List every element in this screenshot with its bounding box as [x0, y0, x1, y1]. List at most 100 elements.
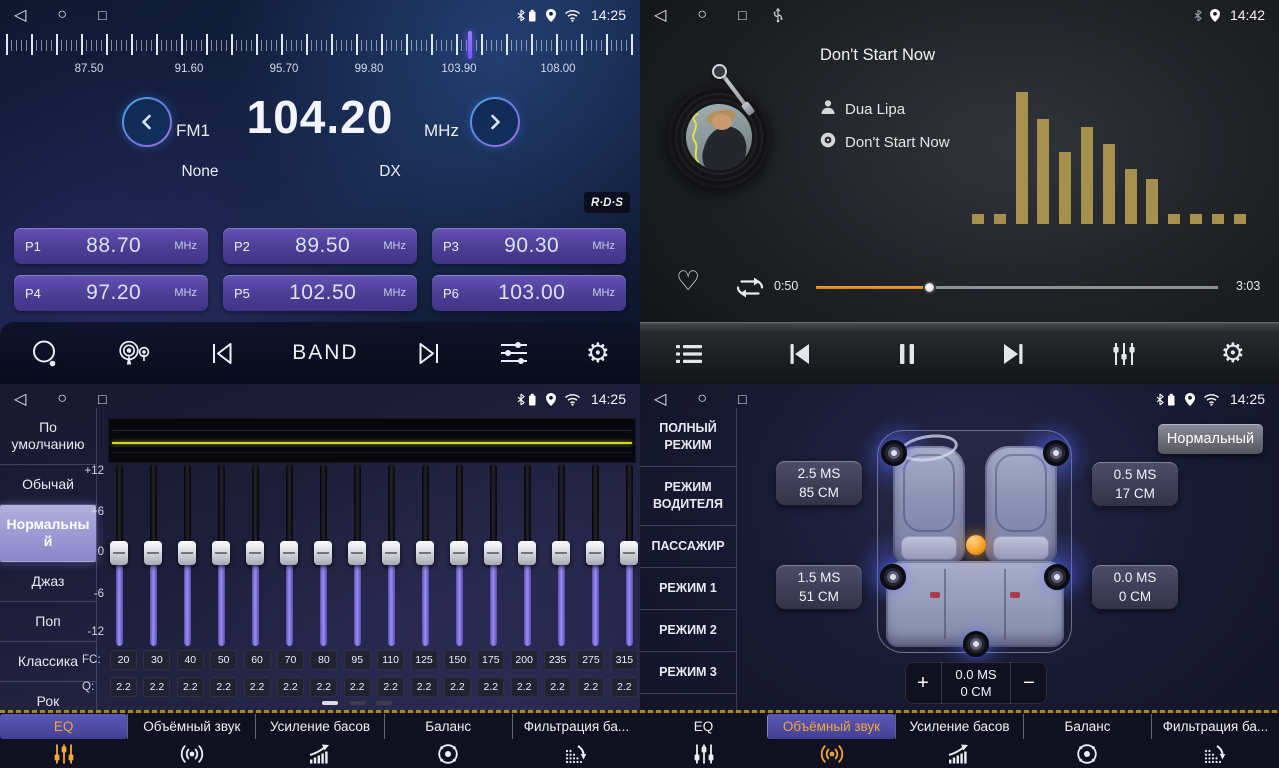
- increase-delay-button[interactable]: +: [905, 662, 941, 704]
- q-value[interactable]: 2.2: [143, 677, 170, 697]
- fc-value[interactable]: 30: [143, 650, 170, 670]
- eq-band-slider[interactable]: [450, 464, 468, 648]
- surround-icon[interactable]: [768, 739, 896, 768]
- home-icon[interactable]: ○: [57, 6, 67, 24]
- tab-eq[interactable]: EQ: [0, 714, 127, 739]
- audio-settings-icon[interactable]: [1109, 341, 1139, 367]
- tab-balance[interactable]: Баланс: [384, 714, 512, 739]
- filter-icon[interactable]: [1151, 739, 1279, 768]
- recents-icon[interactable]: □: [738, 7, 746, 23]
- bass-boost-icon[interactable]: [256, 739, 384, 768]
- next-station-icon[interactable]: [415, 341, 442, 366]
- q-value[interactable]: 2.2: [310, 677, 337, 697]
- eq-band-slider[interactable]: [246, 464, 264, 648]
- fc-value[interactable]: 60: [244, 650, 271, 670]
- q-value[interactable]: 2.2: [277, 677, 304, 697]
- tuner-needle[interactable]: [468, 31, 472, 59]
- slider-thumb[interactable]: [246, 541, 264, 565]
- decrease-delay-button[interactable]: −: [1011, 662, 1047, 704]
- eq-band-slider[interactable]: [212, 464, 230, 648]
- bass-boost-icon[interactable]: [896, 739, 1024, 768]
- listening-position-marker[interactable]: [966, 535, 986, 555]
- slider-thumb[interactable]: [178, 541, 196, 565]
- q-value[interactable]: 2.2: [377, 677, 404, 697]
- seek-up-button[interactable]: [470, 97, 520, 147]
- previous-track-icon[interactable]: [786, 341, 814, 367]
- eq-band-slider[interactable]: [348, 464, 366, 648]
- delay-rear-left-button[interactable]: 1.5 MS 51 CM: [776, 565, 862, 609]
- favorite-icon[interactable]: ♡: [676, 266, 700, 297]
- settings-gear-icon[interactable]: ⚙: [1221, 340, 1245, 367]
- fc-value[interactable]: 40: [177, 650, 204, 670]
- eq-band-slider[interactable]: [416, 464, 434, 648]
- fc-value[interactable]: 50: [210, 650, 237, 670]
- next-track-icon[interactable]: [999, 341, 1027, 367]
- eq-band-slider[interactable]: [586, 464, 604, 648]
- fc-value[interactable]: 20: [110, 650, 137, 670]
- scan-icon[interactable]: [30, 339, 60, 368]
- broadcast-icon[interactable]: [116, 340, 153, 367]
- q-value[interactable]: 2.2: [411, 677, 438, 697]
- speaker-center-rear[interactable]: [963, 631, 989, 657]
- fc-value[interactable]: 200: [511, 650, 538, 670]
- filter-icon[interactable]: [512, 739, 640, 768]
- playlist-icon[interactable]: [674, 342, 704, 366]
- progress-bar[interactable]: [816, 283, 1218, 291]
- tab-surround[interactable]: Объёмный звук: [767, 714, 895, 739]
- tab-filter[interactable]: Фильтрация ба...: [512, 714, 640, 739]
- eq-band-slider[interactable]: [314, 464, 332, 648]
- eq-icon[interactable]: [640, 739, 768, 768]
- fc-value[interactable]: 70: [277, 650, 304, 670]
- q-value[interactable]: 2.2: [611, 677, 638, 697]
- listening-mode-item[interactable]: ПОЛНЫЙ РЕЖИМ: [640, 408, 736, 467]
- speaker-rear-right[interactable]: [1044, 564, 1070, 590]
- slider-thumb[interactable]: [586, 541, 604, 565]
- listening-mode-item[interactable]: РЕЖИМ ВОДИТЕЛЯ: [640, 467, 736, 526]
- speaker-rear-left[interactable]: [880, 564, 906, 590]
- tuner-scale[interactable]: [6, 33, 634, 57]
- slider-thumb[interactable]: [416, 541, 434, 565]
- eq-band-slider[interactable]: [144, 464, 162, 648]
- recents-icon[interactable]: □: [98, 391, 106, 407]
- eq-band-slider[interactable]: [178, 464, 196, 648]
- q-value[interactable]: 2.2: [344, 677, 371, 697]
- slider-thumb[interactable]: [280, 541, 298, 565]
- eq-band-slider[interactable]: [382, 464, 400, 648]
- q-value[interactable]: 2.2: [511, 677, 538, 697]
- slider-thumb[interactable]: [212, 541, 230, 565]
- preset-button[interactable]: P188.70MHz: [14, 228, 208, 264]
- fc-value[interactable]: 315: [611, 650, 638, 670]
- back-icon[interactable]: ◁: [654, 389, 666, 409]
- balance-icon[interactable]: [1023, 739, 1151, 768]
- back-icon[interactable]: ◁: [654, 5, 666, 25]
- tab-filter[interactable]: Фильтрация ба...: [1151, 714, 1279, 739]
- slider-thumb[interactable]: [620, 541, 638, 565]
- fc-value[interactable]: 175: [477, 650, 504, 670]
- slider-thumb[interactable]: [382, 541, 400, 565]
- sound-preset-button[interactable]: Нормальный: [1158, 424, 1263, 454]
- q-value[interactable]: 2.2: [544, 677, 571, 697]
- fc-value[interactable]: 95: [344, 650, 371, 670]
- settings-gear-icon[interactable]: ⚙: [586, 340, 610, 367]
- balance-icon[interactable]: [384, 739, 512, 768]
- tab-eq[interactable]: EQ: [640, 714, 767, 739]
- band-button[interactable]: BAND: [292, 341, 358, 365]
- surround-icon[interactable]: [128, 739, 256, 768]
- dx-local-mode[interactable]: DX: [350, 163, 430, 181]
- slider-thumb[interactable]: [110, 541, 128, 565]
- q-value[interactable]: 2.2: [444, 677, 471, 697]
- q-value[interactable]: 2.2: [177, 677, 204, 697]
- eq-settings-icon[interactable]: [498, 339, 530, 367]
- fc-value[interactable]: 275: [577, 650, 604, 670]
- eq-band-slider[interactable]: [518, 464, 536, 648]
- tab-surround[interactable]: Объёмный звук: [127, 714, 255, 739]
- preset-button[interactable]: P5102.50MHz: [223, 275, 417, 311]
- slider-thumb[interactable]: [450, 541, 468, 565]
- eq-band-slider[interactable]: [484, 464, 502, 648]
- recents-icon[interactable]: □: [98, 7, 106, 23]
- slider-thumb[interactable]: [314, 541, 332, 565]
- preset-button[interactable]: P289.50MHz: [223, 228, 417, 264]
- repeat-icon[interactable]: [732, 274, 768, 306]
- eq-band-slider[interactable]: [280, 464, 298, 648]
- delay-front-left-button[interactable]: 2.5 MS 85 CM: [776, 461, 862, 505]
